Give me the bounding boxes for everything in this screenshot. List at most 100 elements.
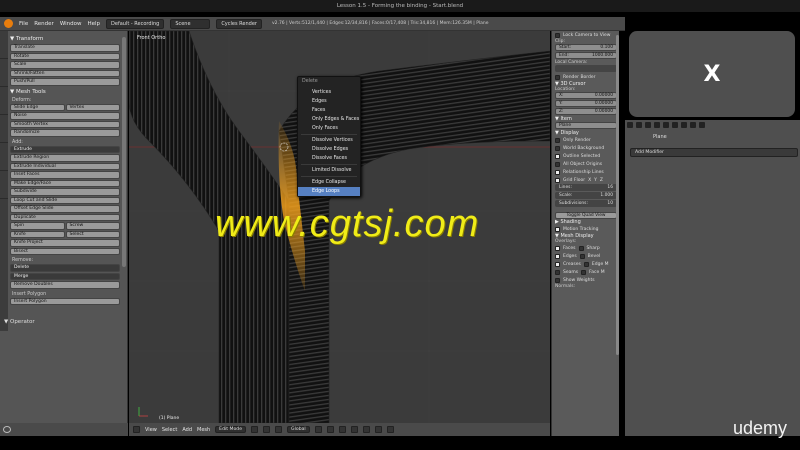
manipulator-icon[interactable] xyxy=(275,426,283,433)
face-marks-checkbox[interactable] xyxy=(581,269,587,275)
axis-z-toggle[interactable]: Z xyxy=(600,178,603,183)
menu-item-dissolve-edges[interactable]: Dissolve Edges xyxy=(298,145,360,154)
knife-select-button[interactable]: Select xyxy=(65,230,120,238)
edge-select-icon[interactable] xyxy=(326,426,334,433)
render-border-checkbox[interactable] xyxy=(555,74,560,80)
eye-icon[interactable] xyxy=(3,426,11,433)
duplicate-button[interactable]: Duplicate xyxy=(10,213,120,221)
render-engine-dropdown[interactable]: Cycles Render xyxy=(216,18,262,29)
mode-dropdown[interactable]: Edit Mode xyxy=(215,426,247,433)
extrude-dropdown[interactable]: Extrude xyxy=(10,145,120,153)
render-tab-icon[interactable] xyxy=(627,122,633,128)
world-background-option[interactable]: World Background xyxy=(555,144,617,152)
vertex-button[interactable]: Vertex xyxy=(65,103,120,111)
tool-shelf-scrollbar[interactable] xyxy=(122,37,126,267)
cursor-x-field[interactable]: X: 0.00000 xyxy=(555,92,617,99)
motion-tracking-option[interactable]: Motion Tracking xyxy=(555,225,617,233)
show-weights-checkbox[interactable] xyxy=(555,277,560,283)
outline-selected-checkbox[interactable] xyxy=(555,153,560,159)
tool-tab[interactable] xyxy=(0,171,8,199)
offset-edge-slide-button[interactable]: Offset Edge Slide xyxy=(10,205,120,213)
creases-checkbox[interactable] xyxy=(555,261,560,267)
only-render-option[interactable]: Only Render xyxy=(555,136,617,144)
render-icon[interactable] xyxy=(386,426,394,433)
inset-faces-button[interactable]: Inset Faces xyxy=(10,171,120,179)
data-tab-icon[interactable] xyxy=(681,122,687,128)
grid-floor-option[interactable]: Grid Floor X Y Z xyxy=(555,176,617,184)
edge-marks-checkbox[interactable] xyxy=(583,261,589,267)
lock-camera-option[interactable]: Lock Camera to View xyxy=(555,31,617,39)
motion-tracking-checkbox[interactable] xyxy=(555,226,560,232)
tool-tab[interactable] xyxy=(0,31,8,59)
object-tab-icon[interactable] xyxy=(654,122,660,128)
scene-dropdown[interactable]: Scene xyxy=(170,18,211,29)
noise-button[interactable]: Noise xyxy=(10,112,120,120)
transform-header[interactable]: ▼ Transform xyxy=(10,36,120,42)
world-background-checkbox[interactable] xyxy=(555,145,560,151)
constraints-tab-icon[interactable] xyxy=(663,122,669,128)
operator-header[interactable]: ▼ Operator xyxy=(4,319,35,325)
edges-checkbox[interactable] xyxy=(555,253,560,259)
menu-item-edge-collapse[interactable]: Edge Collapse xyxy=(298,178,360,187)
menu-item-edge-loops[interactable]: Edge Loops xyxy=(298,187,360,196)
axis-x-toggle[interactable]: X xyxy=(588,178,591,183)
merge-dropdown[interactable]: Merge xyxy=(10,272,120,280)
menu-item-edges[interactable]: Edges xyxy=(298,97,360,106)
tool-tab[interactable] xyxy=(0,143,8,171)
grid-scale-field[interactable]: Scale: 1.000 xyxy=(555,192,617,199)
grid-lines-field[interactable]: Lines: 16 xyxy=(555,184,617,191)
tool-tab[interactable] xyxy=(0,59,8,87)
extrude-region-button[interactable]: Extrude Region xyxy=(10,154,120,162)
bisect-button[interactable]: Bisect xyxy=(10,247,120,255)
shading-icon[interactable] xyxy=(251,426,259,433)
item-name-field[interactable]: Plane xyxy=(555,122,617,129)
properties-scrollbar[interactable] xyxy=(616,35,619,355)
pivot-icon[interactable] xyxy=(263,426,271,433)
faces-checkbox[interactable] xyxy=(555,245,560,251)
outline-selected-option[interactable]: Outline Selected xyxy=(555,152,617,160)
add-modifier-dropdown[interactable]: Add Modifier xyxy=(630,148,798,157)
scale-button[interactable]: Scale xyxy=(10,61,120,69)
modifiers-tab-icon[interactable] xyxy=(672,122,678,128)
occlude-icon[interactable] xyxy=(350,426,358,433)
loop-cut-button[interactable]: Loop Cut and Slide xyxy=(10,196,120,204)
tool-tab[interactable] xyxy=(0,115,8,143)
menu-item-only-edges-faces[interactable]: Only Edges & Faces xyxy=(298,115,360,124)
mesh-tools-header[interactable]: ▼ Mesh Tools xyxy=(10,89,120,95)
cursor-z-field[interactable]: Z: 0.00000 xyxy=(555,108,617,115)
bevel-checkbox[interactable] xyxy=(579,253,585,259)
all-origins-checkbox[interactable] xyxy=(555,161,560,167)
menu-render[interactable]: Render xyxy=(34,21,54,27)
subdivide-button[interactable]: Subdivide xyxy=(10,188,120,196)
insert-polygon-button[interactable]: Insert Polygon xyxy=(10,297,120,305)
menu-item-dissolve-vertices[interactable]: Dissolve Vertices xyxy=(298,136,360,145)
scene-tab-icon[interactable] xyxy=(636,122,642,128)
slide-edge-button[interactable]: Slide Edge xyxy=(10,103,65,111)
make-edge-face-button[interactable]: Make Edge/Face xyxy=(10,179,120,187)
axis-y-toggle[interactable]: Y xyxy=(594,178,597,183)
menu-help[interactable]: Help xyxy=(88,21,101,27)
menu-select[interactable]: Select xyxy=(162,427,177,433)
only-render-checkbox[interactable] xyxy=(555,137,560,143)
relationship-lines-checkbox[interactable] xyxy=(555,169,560,175)
menu-window[interactable]: Window xyxy=(60,21,82,27)
rotate-button[interactable]: Rotate xyxy=(10,52,120,60)
vertex-select-icon[interactable] xyxy=(314,426,322,433)
texture-tab-icon[interactable] xyxy=(699,122,705,128)
layout-dropdown[interactable]: Default - Recording xyxy=(106,18,165,29)
close-icon[interactable]: X xyxy=(704,62,721,87)
menu-item-faces[interactable]: Faces xyxy=(298,106,360,115)
editor-type-icon[interactable] xyxy=(133,426,140,433)
menu-item-dissolve-faces[interactable]: Dissolve Faces xyxy=(298,154,360,163)
menu-view[interactable]: View xyxy=(145,427,157,433)
extrude-individual-button[interactable]: Extrude Individual xyxy=(10,162,120,170)
clip-end-field[interactable]: End: 1000.000 xyxy=(555,52,617,59)
knife-button[interactable]: Knife xyxy=(10,230,65,238)
screw-button[interactable]: Screw xyxy=(65,222,120,230)
randomize-button[interactable]: Randomize xyxy=(10,129,120,137)
snap-icon[interactable] xyxy=(374,426,382,433)
cursor-y-field[interactable]: Y: 0.00000 xyxy=(555,100,617,107)
world-tab-icon[interactable] xyxy=(645,122,651,128)
close-overlay[interactable]: X xyxy=(629,31,795,117)
lock-camera-checkbox[interactable] xyxy=(555,32,560,38)
